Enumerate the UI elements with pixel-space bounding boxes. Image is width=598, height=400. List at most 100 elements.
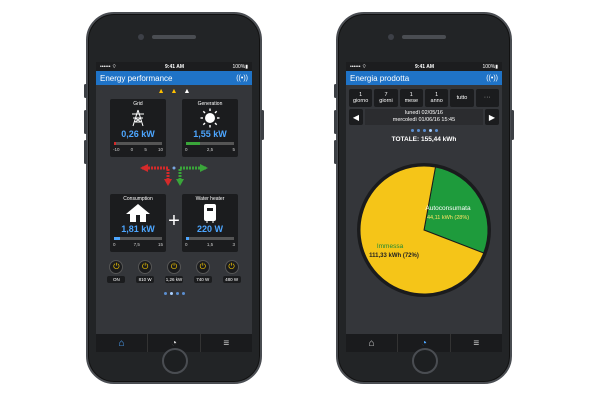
warning-icon[interactable]: ▲: [158, 88, 165, 95]
plug-icon: ⏻: [138, 260, 153, 274]
home-icon: ⌂: [368, 337, 375, 349]
tab-home[interactable]: ⌂: [346, 334, 399, 352]
plus-sign: +: [168, 210, 180, 232]
tab-menu[interactable]: ≡: [201, 334, 252, 352]
home-button[interactable]: [412, 348, 438, 374]
water-heater-scale: 0 1,5 3: [185, 242, 235, 247]
water-heater-card[interactable]: Water heater 220 W 0 1,5 3: [182, 194, 238, 252]
tab-menu[interactable]: ≡: [451, 334, 502, 352]
page-dot: [410, 129, 414, 132]
volume-down-button: [84, 140, 87, 164]
date-range: lunedì 02/05/16 mercoledì 01/06/16 15:45: [365, 109, 483, 125]
menu-icon: ≡: [223, 337, 230, 349]
power-button: [261, 110, 264, 140]
smart-plug[interactable]: ⏻ ON: [107, 260, 126, 283]
mute-switch: [84, 84, 87, 98]
front-camera: [388, 34, 394, 40]
generation-level-bar: [186, 142, 234, 145]
tab-home[interactable]: ⌂: [96, 334, 149, 352]
house-icon: [126, 204, 150, 222]
smart-plug[interactable]: ⏻ 480 W: [222, 260, 241, 283]
plug-status: 810 W: [136, 276, 155, 283]
tick-label: 0: [130, 147, 134, 152]
status-bar: •••••• ⌔ 9:41 AM 100%▮: [96, 62, 252, 71]
date-start: lunedì 02/05/16: [405, 110, 443, 117]
period-button-1-anno[interactable]: 1 anno: [424, 89, 449, 107]
next-period-button[interactable]: ▶: [485, 109, 499, 125]
power-pylon-icon: [132, 109, 144, 127]
warning-icon[interactable]: ▲: [171, 88, 178, 95]
more-icon: ···: [483, 93, 491, 101]
generation-level-fill: [186, 142, 201, 145]
grid-level-bar: [114, 142, 162, 145]
warning-icon[interactable]: ▲: [183, 88, 190, 95]
generation-scale: 0 2,5 5: [185, 147, 235, 152]
tick-label: 0: [185, 242, 188, 247]
triangle-left-icon: ◀: [352, 112, 360, 122]
tick-label: 10: [157, 147, 163, 152]
page-indicator[interactable]: [346, 129, 502, 132]
plug-icon: ⏻: [195, 260, 210, 274]
smart-plug[interactable]: ⏻ 1,26 kW: [164, 260, 183, 283]
screen-energy-performance: •••••• ⌔ 9:41 AM 100%▮ Energy performanc…: [96, 62, 252, 352]
page-indicator[interactable]: [96, 292, 252, 295]
smart-plug[interactable]: ⏻ 740 W: [193, 260, 212, 283]
menu-icon: ≡: [473, 337, 480, 349]
previous-period-button[interactable]: ◀: [349, 109, 363, 125]
plug-status: 1,26 kW: [164, 276, 183, 283]
page-title: Energy performance: [100, 73, 173, 83]
tick-label: 3: [232, 242, 235, 247]
consumption-level-fill: [114, 237, 120, 240]
date-navigator: ◀ lunedì 02/05/16 mercoledì 01/06/16 15:…: [346, 109, 502, 125]
period-button-1-mese[interactable]: 1 mese: [399, 89, 423, 107]
total-energy: TOTALE: 155,44 kWh: [391, 136, 457, 143]
arrow-down-icon: [164, 179, 172, 186]
mute-switch: [334, 84, 337, 98]
tick-label: 7,5: [133, 242, 140, 247]
pie-chart-icon: ◔: [420, 337, 428, 349]
grid-card[interactable]: Grid 0,26 kW -10 0 5 10: [110, 99, 166, 157]
tick-label: 5: [144, 147, 147, 152]
period-unit: anno: [430, 98, 443, 104]
arrow-right-icon: [200, 164, 208, 172]
consumption-card[interactable]: Consumption 1,81 kW 0 7,5 15: [110, 194, 166, 252]
consumption-scale: 0 7,5 15: [113, 242, 163, 247]
page-dot: [181, 292, 185, 295]
broadcast-icon[interactable]: ((•)): [236, 75, 248, 82]
triangle-right-icon: ▶: [488, 112, 496, 122]
warning-row: ▲ ▲ ▲: [96, 85, 252, 97]
power-button: [511, 110, 514, 140]
slice-value-autoconsumata: 44,11 kWh (28%): [427, 215, 469, 221]
clock: 9:41 AM: [415, 63, 435, 70]
consumption-level-bar: [114, 237, 162, 240]
broadcast-icon[interactable]: ((•)): [486, 75, 498, 82]
plug-status: ON: [107, 276, 126, 283]
period-button-1-giorno[interactable]: 1 giorno: [349, 89, 373, 107]
page-dot: [163, 292, 167, 295]
date-end: mercoledì 01/06/16 15:45: [392, 117, 456, 123]
clock: 9:41 AM: [165, 63, 185, 70]
tick-label: -10: [113, 147, 120, 152]
status-bar: •••••• ⌔ 9:41 AM 100%▮: [346, 62, 502, 71]
home-icon: ⌂: [118, 337, 125, 349]
smart-plug[interactable]: ⏻ 810 W: [136, 260, 155, 283]
period-button-7-giorni[interactable]: 7 giorni: [374, 89, 398, 107]
period-button-tutto[interactable]: tutto: [450, 89, 474, 107]
period-selector: 1 giorno 7 giorni 1 mese 1 anno tutto ···: [346, 85, 502, 109]
page-dot: [416, 129, 420, 132]
sun-icon: [200, 108, 220, 128]
generation-card[interactable]: Generation 1,55 kW 0 2,5 5: [182, 99, 238, 157]
page-dot: [169, 292, 173, 295]
home-button[interactable]: [162, 348, 188, 374]
period-button-more[interactable]: ···: [475, 89, 499, 107]
slice-label-immessa: Immessa: [377, 243, 404, 250]
volume-up-button: [84, 110, 87, 134]
plug-status: 740 W: [193, 276, 212, 283]
plug-icon: ⏻: [224, 260, 239, 274]
consumption-label: Consumption: [123, 196, 153, 202]
water-heater-icon: [204, 204, 216, 223]
battery-indicator: 100%▮: [232, 63, 248, 70]
grid-value: 0,26 kW: [121, 129, 155, 139]
page-dot: [434, 129, 438, 132]
page-dot: [175, 292, 179, 295]
